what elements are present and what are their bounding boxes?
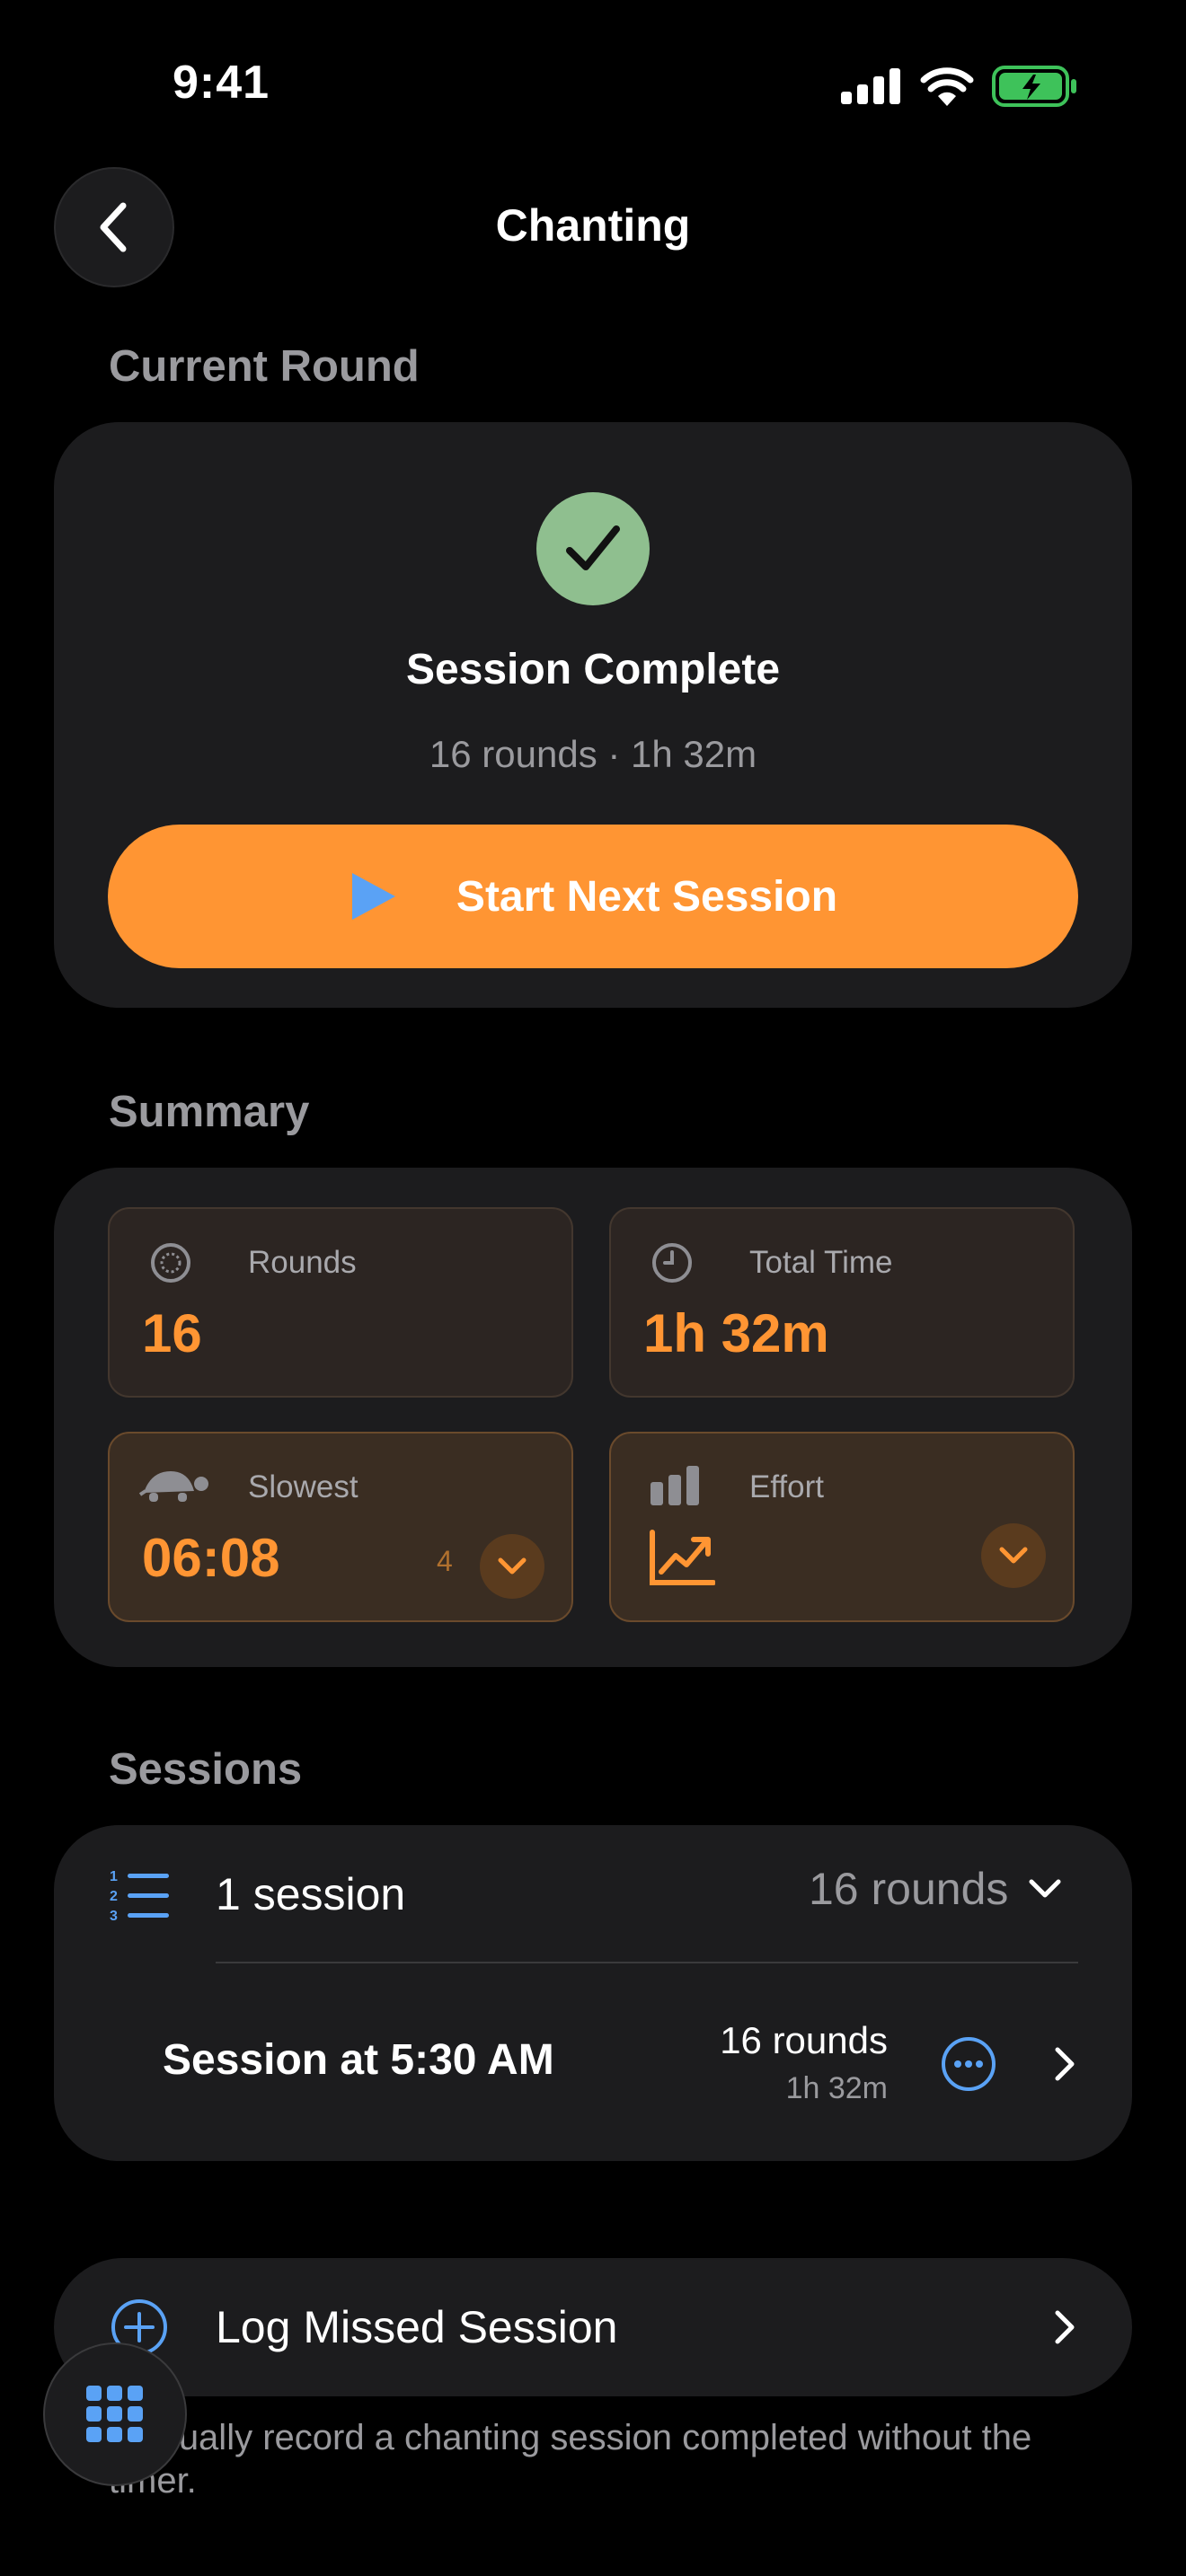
effort-expand-button[interactable] [981,1523,1046,1588]
session-title: Session at 5:30 AM [163,2036,554,2084]
session-duration: 1h 32m [785,2071,888,2105]
battery-icon [992,66,1076,107]
chevron-down-icon [1029,1879,1061,1898]
total-time-label: Total Time [749,1245,893,1280]
numbered-list-icon: 1 2 3 [110,1869,169,1922]
clock-icon [652,1243,692,1283]
signal-icon [841,68,900,104]
session-group-rounds: 16 rounds [809,1864,1009,1914]
trend-up-icon [650,1530,715,1585]
effort-tile[interactable]: Effort [609,1432,1075,1622]
wifi-icon [920,67,974,106]
effort-label: Effort [749,1469,825,1504]
current-round-heading: Current Round [109,342,420,391]
start-next-session-label: Start Next Session [456,872,838,921]
rounds-value: 16 [142,1303,202,1363]
start-next-session-button[interactable]: Start Next Session [108,825,1078,968]
slowest-value: 06:08 [142,1528,280,1588]
svg-text:2: 2 [110,1889,118,1904]
session-group-toggle[interactable]: 16 rounds [809,1863,1062,1915]
summary-heading: Summary [109,1088,310,1136]
chevron-right-icon [1055,2047,1075,2081]
grid-icon [86,2386,143,2442]
log-missed-session-label: Log Missed Session [216,2302,618,2352]
rounds-label: Rounds [248,1245,357,1280]
bar-chart-icon [651,1466,699,1505]
play-icon [351,873,395,920]
more-options-icon[interactable] [940,2035,997,2093]
chevron-down-icon [498,1557,527,1575]
session-divider [216,1962,1078,1963]
session-complete-title: Session Complete [405,646,781,693]
rounds-tile: Rounds 16 [108,1207,573,1398]
total-time-value: 1h 32m [643,1303,829,1363]
slowest-label: Slowest [248,1469,358,1504]
status-icons [841,65,1078,108]
session-group-label: 1 session [216,1869,406,1919]
slowest-round-badge: 4 [437,1545,453,1577]
complete-check-icon [536,492,650,605]
log-missed-session-note: Manually record a chanting session compl… [109,2418,1032,2501]
total-time-tile: Total Time 1h 32m [609,1207,1075,1398]
slowest-expand-button[interactable] [480,1534,544,1599]
svg-text:3: 3 [110,1909,118,1922]
session-complete-subtitle: 16 rounds · 1h 32m [429,733,757,775]
rounds-icon [151,1243,190,1283]
grid-menu-button[interactable] [43,2342,187,2486]
turtle-icon [138,1471,208,1502]
session-rounds: 16 rounds [720,2019,888,2061]
svg-text:1: 1 [110,1869,118,1884]
page-title: Chanting [495,200,691,251]
chevron-right-icon [1055,2310,1075,2344]
slowest-tile[interactable]: Slowest 06:08 4 [108,1432,573,1622]
chevron-down-icon [999,1547,1028,1564]
status-time: 9:41 [173,57,270,109]
sessions-heading: Sessions [109,1745,303,1794]
